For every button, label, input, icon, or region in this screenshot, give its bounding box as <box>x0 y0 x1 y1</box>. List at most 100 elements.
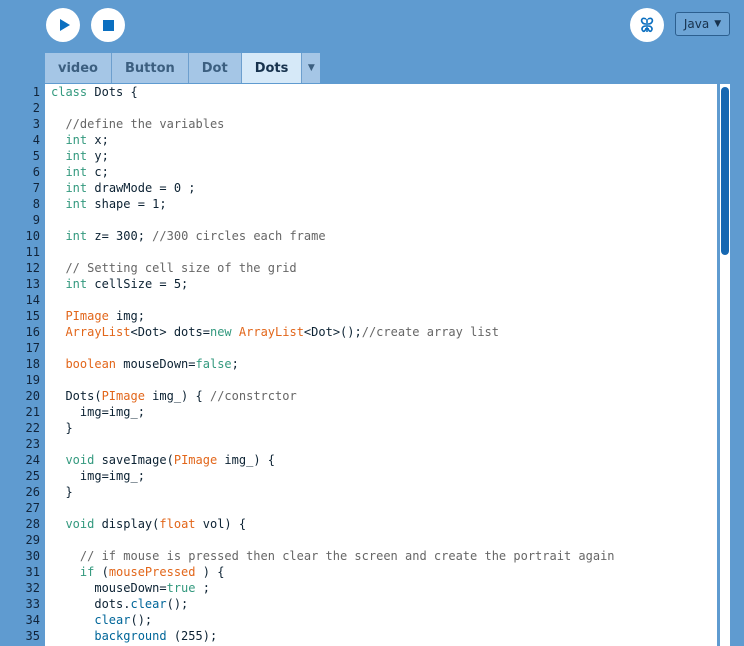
code-token: <Dot>(); <box>303 325 362 339</box>
code-token: display( <box>94 517 160 531</box>
line-number: 17 <box>25 341 40 355</box>
code-line: clear(); <box>45 612 717 628</box>
code-token: ) { <box>195 565 225 579</box>
code-token: // if mouse is pressed then clear the sc… <box>51 549 615 563</box>
code-token: PImage <box>65 309 109 323</box>
tab-video[interactable]: video <box>45 53 112 83</box>
code-token: clear <box>94 613 131 627</box>
line-number: 12 <box>25 261 40 275</box>
line-number: 2 <box>32 101 40 115</box>
code-line: int drawMode = 0 ; <box>45 180 717 196</box>
run-button[interactable] <box>46 8 80 42</box>
code-line: int c; <box>45 164 717 180</box>
code-token: PImage <box>173 453 218 467</box>
play-icon <box>59 19 70 31</box>
stop-icon <box>102 19 114 31</box>
code-text-area[interactable]: class Dots { //define the variables int … <box>45 84 717 646</box>
code-token: shape = 1; <box>87 197 167 211</box>
line-number: 1 <box>32 85 40 99</box>
vertical-scrollbar[interactable] <box>717 84 744 646</box>
code-token: background <box>94 629 167 643</box>
code-line: //define the variables <box>45 116 717 132</box>
tab-dots[interactable]: Dots <box>241 53 303 83</box>
code-token: img_) { <box>217 453 275 467</box>
code-line: if (mousePressed ) { <box>45 564 717 580</box>
line-number: 31 <box>25 565 40 579</box>
code-line: boolean mouseDown=false; <box>45 356 717 372</box>
line-number: 26 <box>25 485 40 499</box>
code-line: int y; <box>45 148 717 164</box>
line-number: 21 <box>25 405 40 419</box>
code-token: void <box>65 453 95 467</box>
code-token: y; <box>87 149 109 163</box>
code-token: img_) { <box>144 389 210 403</box>
code-token: ; <box>231 357 239 371</box>
code-token: new <box>209 325 232 339</box>
code-token: //define the variables <box>51 117 225 131</box>
code-token: //create array list <box>361 325 499 339</box>
code-token: int <box>65 181 88 195</box>
code-token: //300 circles each frame <box>152 229 326 243</box>
tab-button[interactable]: Button <box>111 53 189 83</box>
line-number: 29 <box>25 533 40 547</box>
code-line: dots.clear(); <box>45 596 717 612</box>
code-line: class Dots { <box>45 84 717 100</box>
line-number: 24 <box>25 453 40 467</box>
code-editor: 1 2 3 4 5 6 7 8 9 10 11 12 13 14 15 16 17 18 19 20 21 22 23 24 2… <box>0 84 744 646</box>
line-number: 34 <box>25 613 40 627</box>
line-number: 27 <box>25 501 40 515</box>
code-token: } <box>51 485 73 499</box>
line-number: 4 <box>32 133 40 147</box>
code-token: clear <box>130 597 167 611</box>
code-token: (); <box>166 597 189 611</box>
code-token: drawMode = 0 ; <box>87 181 196 195</box>
scrollbar-thumb[interactable] <box>721 87 729 255</box>
code-token: float <box>159 517 196 531</box>
stop-button[interactable] <box>91 8 125 42</box>
line-number: 11 <box>25 245 40 259</box>
line-number: 22 <box>25 421 40 435</box>
code-token: img=img_; <box>51 469 145 483</box>
code-token: ArrayList <box>65 325 131 339</box>
code-token: class <box>51 85 88 99</box>
line-number: 20 <box>25 389 40 403</box>
code-token: PImage <box>101 389 145 403</box>
code-token: ; <box>195 581 210 595</box>
code-token: img; <box>108 309 145 323</box>
line-number: 16 <box>25 325 40 339</box>
line-number-gutter: 1 2 3 4 5 6 7 8 9 10 11 12 13 14 15 16 17 18 19 20 21 22 23 24 2… <box>0 84 45 646</box>
line-number: 25 <box>25 469 40 483</box>
mode-button[interactable] <box>630 8 664 42</box>
code-token: boolean <box>65 357 117 371</box>
line-number: 35 <box>25 629 40 643</box>
mode-dropdown[interactable]: Java ▼ <box>675 12 730 36</box>
code-token: saveImage( <box>94 453 174 467</box>
code-line: void display(float vol) { <box>45 516 717 532</box>
tab-menu-button[interactable]: ▼ <box>302 53 321 83</box>
code-line: // Setting cell size of the grid <box>45 260 717 276</box>
butterfly-icon <box>640 17 654 33</box>
code-token: dots. <box>51 597 131 611</box>
line-number: 18 <box>25 357 40 371</box>
line-number: 7 <box>32 181 40 195</box>
code-token: int <box>65 197 88 211</box>
tab-dot[interactable]: Dot <box>188 53 242 83</box>
line-number: 13 <box>25 277 40 291</box>
code-token: c; <box>87 165 109 179</box>
